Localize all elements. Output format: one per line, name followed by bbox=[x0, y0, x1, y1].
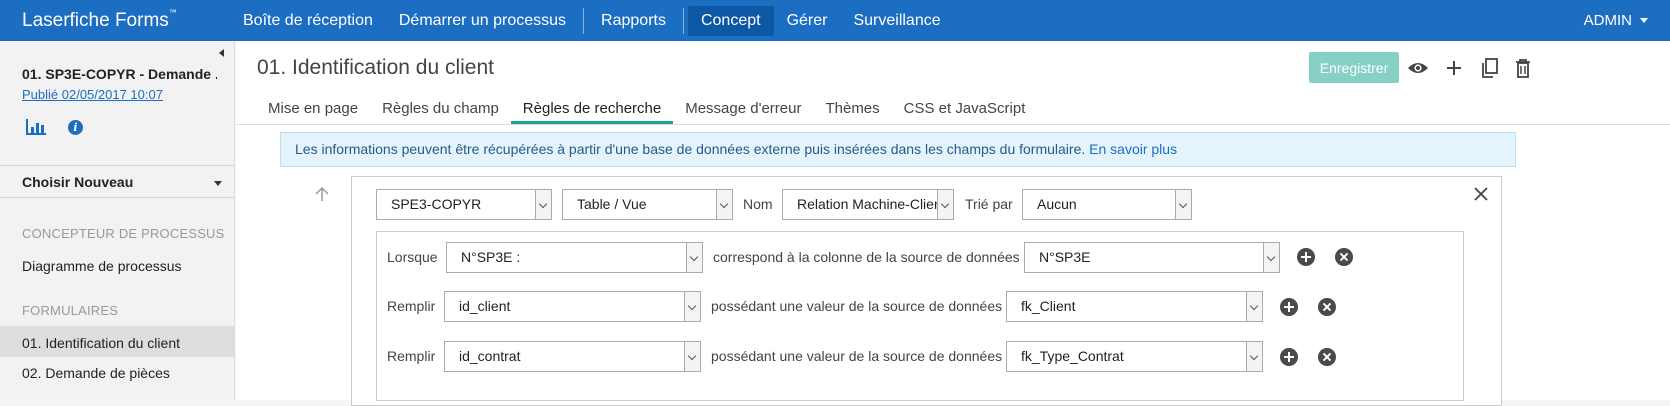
lookup-rule: SPE3-COPYR Table / Vue Nom Relation Mach… bbox=[351, 176, 1502, 406]
tabs-divider bbox=[236, 124, 1670, 125]
top-navbar: Laserfiche Forms™ Boîte de réception Dém… bbox=[0, 0, 1670, 41]
published-link[interactable]: Publié 02/05/2017 10:07 bbox=[22, 87, 163, 102]
chevron-down-icon bbox=[1246, 342, 1262, 371]
sidebar: 01. SP3E-COPYR - Demande ... Publié 02/0… bbox=[0, 41, 235, 400]
add-fill-icon[interactable] bbox=[1280, 298, 1298, 316]
info-banner: Les informations peuvent être récupérées… bbox=[280, 132, 1516, 167]
fill-field-select[interactable]: id_contrat bbox=[444, 341, 701, 372]
tab-lookup-rules[interactable]: Règles de recherche bbox=[510, 98, 674, 124]
plus-icon[interactable] bbox=[1442, 56, 1466, 80]
user-name: ADMIN bbox=[1583, 12, 1632, 29]
conditions-box: Lorsque N°SP3E : correspond à la colonne… bbox=[376, 231, 1464, 401]
banner-text: Les informations peuvent être récupérées… bbox=[295, 141, 1090, 157]
nav-start-process[interactable]: Démarrer un processus bbox=[386, 6, 579, 36]
sidebar-item-process-diagram[interactable]: Diagramme de processus bbox=[22, 258, 182, 274]
name-label: Nom bbox=[743, 196, 773, 212]
sidebar-item-form-1[interactable]: 01. Identification du client bbox=[22, 335, 180, 351]
chevron-down-icon bbox=[684, 292, 700, 321]
nav-separator bbox=[682, 7, 684, 34]
nav-manage[interactable]: Gérer bbox=[774, 6, 841, 36]
collapse-sidebar-icon[interactable] bbox=[219, 49, 224, 57]
when-field-select[interactable]: N°SP3E : bbox=[446, 242, 703, 273]
datasource-select[interactable]: SPE3-COPYR bbox=[376, 189, 552, 220]
when-label: Lorsque bbox=[387, 249, 438, 265]
remove-fill-icon[interactable] bbox=[1318, 298, 1336, 316]
fill-label: Remplir bbox=[387, 348, 436, 364]
name-select[interactable]: Relation Machine-Client bbox=[782, 189, 954, 220]
nav-inbox[interactable]: Boîte de réception bbox=[230, 6, 386, 36]
section-forms: FORMULAIRES bbox=[22, 303, 119, 318]
learn-more-link[interactable]: En savoir plus bbox=[1089, 141, 1177, 157]
close-icon[interactable] bbox=[1474, 187, 1488, 206]
fill-column-select[interactable]: fk_Type_Contrat bbox=[1006, 341, 1263, 372]
chevron-down-icon bbox=[1175, 190, 1191, 219]
divider bbox=[0, 165, 234, 166]
chevron-down-icon bbox=[1263, 243, 1279, 272]
when-column-select[interactable]: N°SP3E bbox=[1024, 242, 1280, 273]
chevron-down-icon bbox=[1246, 292, 1262, 321]
fill-column-select[interactable]: fk_Client bbox=[1006, 291, 1263, 322]
user-menu[interactable]: ADMIN bbox=[1584, 0, 1648, 41]
info-icon[interactable]: i bbox=[68, 119, 83, 135]
nav-design[interactable]: Concept bbox=[687, 5, 774, 36]
tab-themes[interactable]: Thèmes bbox=[813, 98, 891, 124]
nav-separator bbox=[583, 7, 585, 34]
fill-text: possédant une valeur de la source de don… bbox=[711, 348, 1003, 364]
brand-logo[interactable]: Laserfiche Forms™ bbox=[22, 8, 230, 32]
bar-chart-icon[interactable] bbox=[26, 119, 46, 135]
nav-monitor[interactable]: Surveillance bbox=[840, 6, 953, 36]
fill-field-select[interactable]: id_client bbox=[444, 291, 701, 322]
type-select[interactable]: Table / Vue bbox=[562, 189, 733, 220]
choose-new-dropdown[interactable]: Choisir Nouveau bbox=[22, 174, 133, 190]
remove-fill-icon[interactable] bbox=[1318, 348, 1336, 366]
tab-bar: Mise en page Règles du champ Règles de r… bbox=[256, 98, 1037, 124]
add-fill-icon[interactable] bbox=[1280, 348, 1298, 366]
sidebar-item-form-2[interactable]: 02. Demande de pièces bbox=[22, 365, 170, 381]
process-title: 01. SP3E-COPYR - Demande ... bbox=[22, 66, 217, 82]
chevron-down-icon bbox=[684, 342, 700, 371]
chevron-down-icon[interactable] bbox=[214, 181, 222, 186]
fill-label: Remplir bbox=[387, 298, 436, 314]
main-content: 01. Identification du client Enregistrer… bbox=[236, 41, 1670, 406]
arrow-up-icon[interactable] bbox=[314, 186, 330, 207]
chevron-down-icon bbox=[937, 190, 953, 219]
add-condition-icon[interactable] bbox=[1297, 248, 1315, 266]
tab-error-messages[interactable]: Message d'erreur bbox=[673, 98, 813, 124]
fill-text: possédant une valeur de la source de don… bbox=[711, 298, 1003, 314]
main-nav: Boîte de réception Démarrer un processus… bbox=[230, 0, 954, 41]
nav-reports[interactable]: Rapports bbox=[588, 6, 679, 36]
section-process-designer: CONCEPTEUR DE PROCESSUS bbox=[22, 226, 225, 241]
tab-field-rules[interactable]: Règles du champ bbox=[370, 98, 511, 124]
tab-css-js[interactable]: CSS et JavaScript bbox=[892, 98, 1038, 124]
copy-icon[interactable] bbox=[1478, 56, 1502, 80]
when-text: correspond à la colonne de la source de … bbox=[713, 249, 1020, 265]
page-title: 01. Identification du client bbox=[257, 56, 494, 79]
sidebar-icons: i bbox=[26, 119, 83, 135]
remove-condition-icon[interactable] bbox=[1335, 248, 1353, 266]
sort-select[interactable]: Aucun bbox=[1022, 189, 1192, 220]
chevron-down-icon bbox=[686, 243, 702, 272]
save-button[interactable]: Enregistrer bbox=[1309, 52, 1399, 83]
chevron-down-icon bbox=[1640, 18, 1648, 23]
trash-icon[interactable] bbox=[1511, 56, 1535, 80]
eye-icon[interactable] bbox=[1406, 56, 1430, 80]
chevron-down-icon bbox=[535, 190, 551, 219]
sort-label: Trié par bbox=[965, 196, 1013, 212]
divider bbox=[0, 197, 234, 198]
tab-layout[interactable]: Mise en page bbox=[256, 98, 370, 124]
chevron-down-icon bbox=[716, 190, 732, 219]
